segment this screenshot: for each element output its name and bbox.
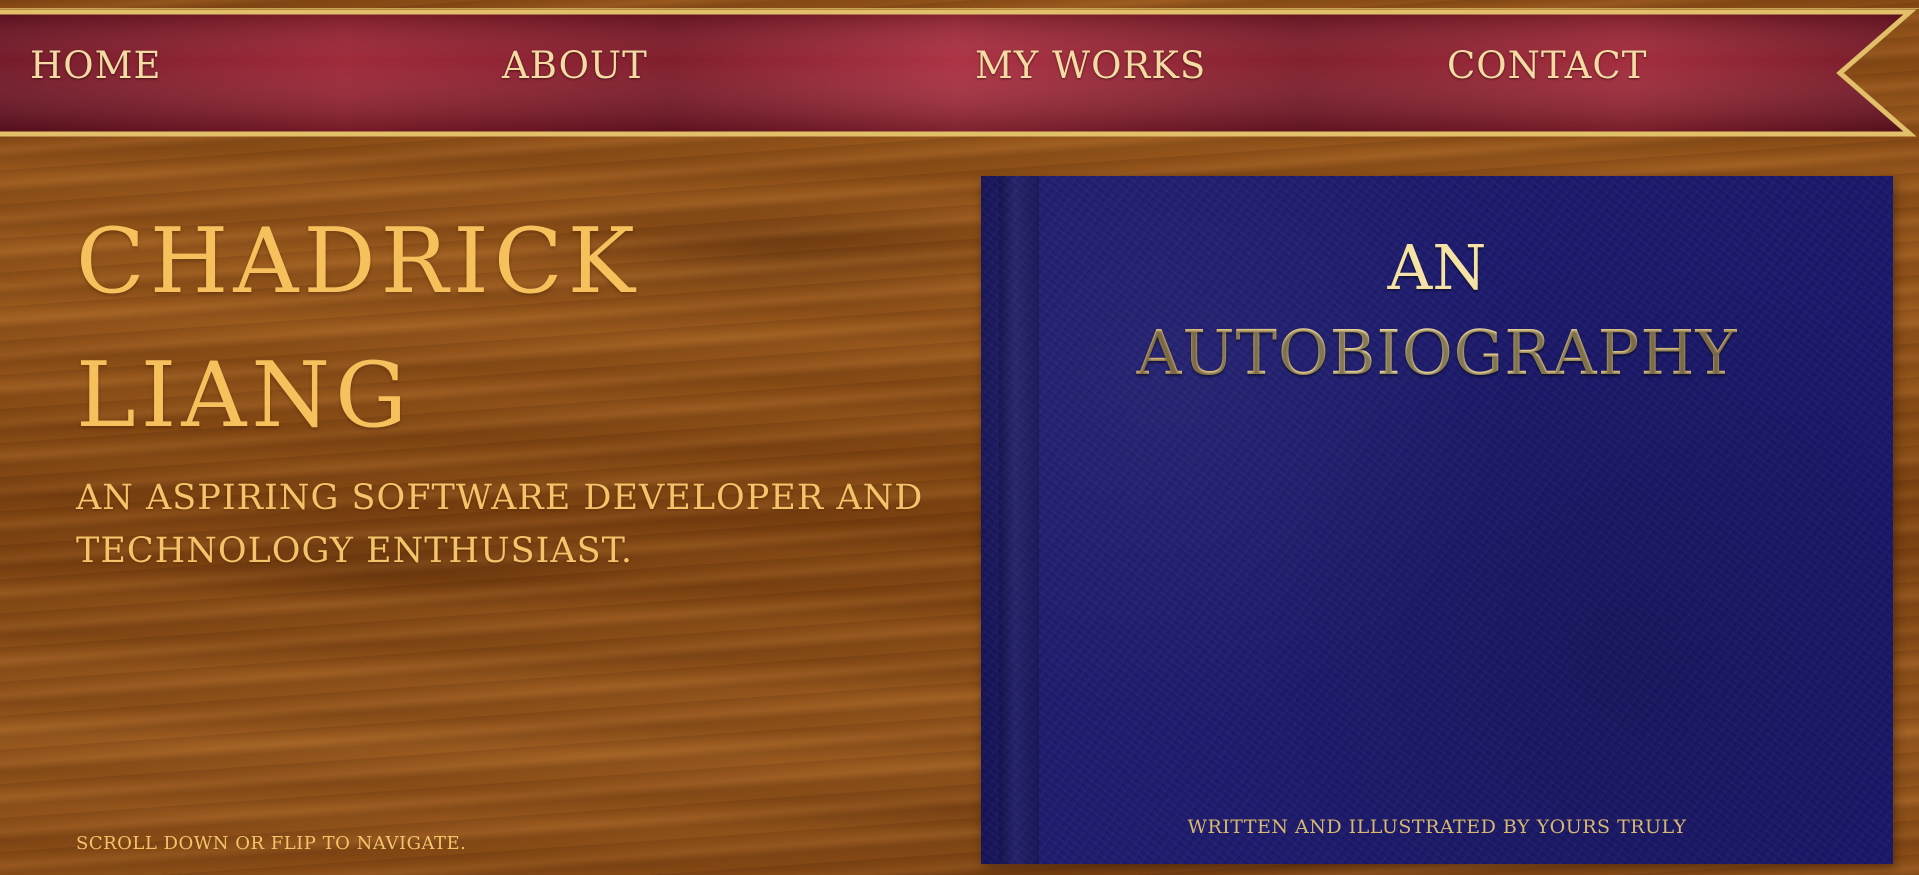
hero-name: CHADRICK LIANG	[76, 195, 640, 463]
hero-name-first: CHADRICK	[76, 209, 640, 314]
book-title: AN AUTOBIOGRAPHY	[981, 224, 1893, 394]
book-byline: WRITTEN AND ILLUSTRATED BY YOURS TRULY	[1187, 816, 1687, 838]
nav-contact-link[interactable]: CONTACT	[1447, 44, 1647, 87]
book-title-line1: AN	[1387, 231, 1487, 304]
autobiography-book-cover[interactable]: AN AUTOBIOGRAPHY WRITTEN AND ILLUSTRATED…	[981, 176, 1893, 864]
nav-about-link[interactable]: ABOUT	[502, 44, 648, 87]
nav-my-works-link[interactable]: MY WORKS	[975, 44, 1206, 87]
hero-name-last: LIANG	[76, 343, 412, 448]
nav-ribbon: HOME ABOUT MY WORKS CONTACT	[0, 8, 1919, 140]
hero-tagline: AN ASPIRING SOFTWARE DEVELOPER AND TECHN…	[76, 478, 924, 571]
navigation-hint: SCROLL DOWN OR FLIP TO NAVIGATE.	[76, 833, 467, 854]
nav-home-link[interactable]: HOME	[30, 44, 162, 87]
book-title-line2: AUTOBIOGRAPHY	[981, 312, 1893, 394]
